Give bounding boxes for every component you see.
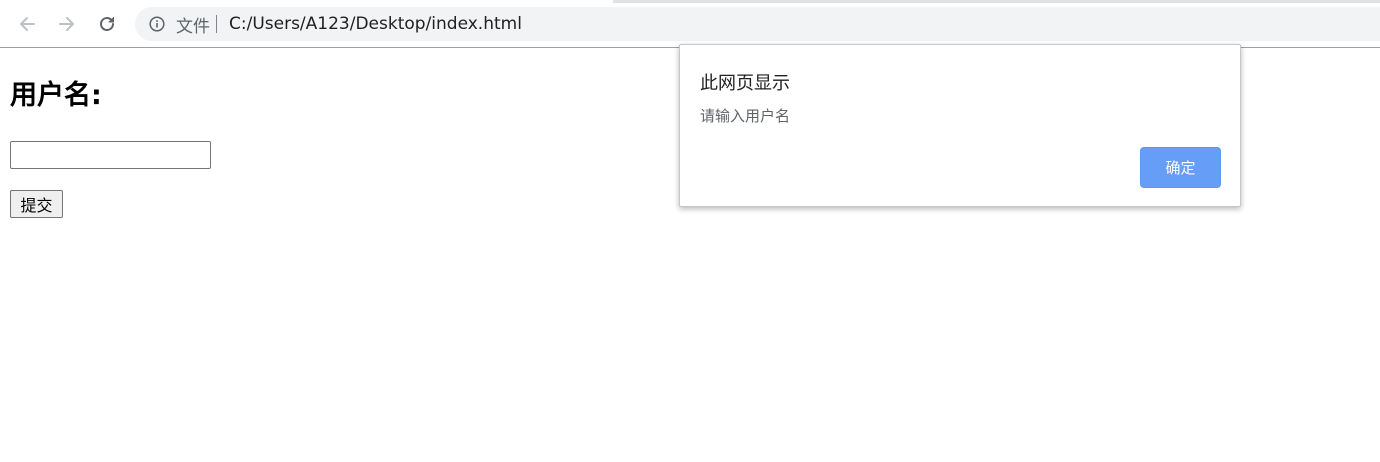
alert-message: 请输入用户名	[700, 107, 791, 125]
forward-button[interactable]	[53, 10, 81, 38]
url-text[interactable]: C:/Users/A123/Desktop/index.html	[229, 14, 522, 34]
username-input[interactable]	[10, 141, 211, 169]
reload-icon	[100, 17, 114, 31]
alert-dialog: 此网页显示 请输入用户名 确定	[679, 44, 1241, 207]
page-heading: 用户名:	[10, 80, 102, 111]
omnibox-divider	[216, 15, 217, 33]
alert-title: 此网页显示	[700, 73, 790, 94]
reload-button[interactable]	[93, 10, 121, 38]
submit-button[interactable]: 提交	[10, 190, 63, 218]
ok-button[interactable]: 确定	[1140, 147, 1221, 188]
browser-toolbar: 文件 C:/Users/A123/Desktop/index.html	[0, 3, 1380, 48]
arrow-left-icon	[20, 17, 35, 31]
info-icon[interactable]	[149, 16, 165, 32]
scheme-label: 文件	[176, 16, 210, 37]
address-bar[interactable]: 文件 C:/Users/A123/Desktop/index.html	[135, 7, 1380, 41]
back-button[interactable]	[13, 10, 41, 38]
arrow-right-icon	[59, 17, 74, 31]
